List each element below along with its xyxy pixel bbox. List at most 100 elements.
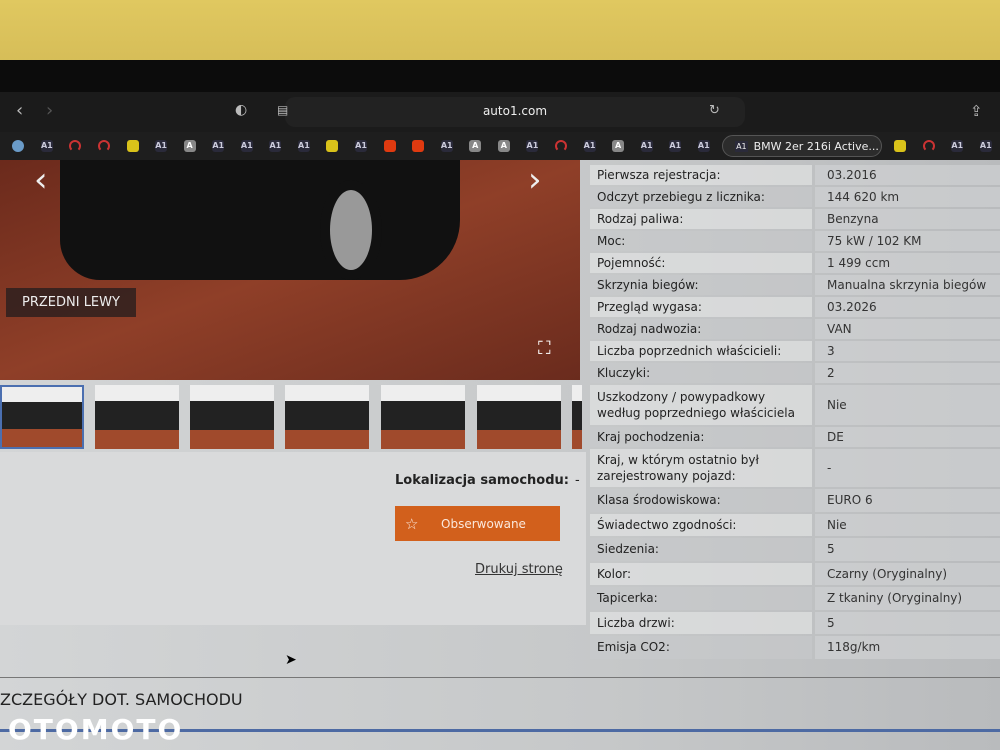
spec-row: Klasa środowiskowa: EURO 6	[590, 489, 1000, 512]
thumbnail[interactable]	[381, 385, 465, 449]
a1-glyph: A1	[697, 140, 710, 152]
tab-favicon-a1-icon[interactable]: A1	[33, 132, 62, 160]
tab-favicon-a1-icon[interactable]: A1	[972, 132, 1000, 160]
spec-label: Klasa środowiskowa:	[590, 489, 812, 512]
yellow-glyph	[126, 140, 139, 152]
spec-row: Tapicerka: Z tkaniny (Oryginalny)	[590, 587, 1000, 610]
spec-label: Kluczyki:	[590, 363, 812, 383]
tab-favicon-a1-icon[interactable]: A1	[147, 132, 176, 160]
tab-favicon-orange-icon[interactable]	[375, 132, 404, 160]
browser-toolbar: ‹ › ◐ ▤ auto1.com ↻ ⇪	[0, 92, 1000, 132]
address-bar[interactable]: ▤ auto1.com ↻	[277, 97, 745, 127]
tab-favicon-a1-icon[interactable]: A1	[943, 132, 972, 160]
reload-icon[interactable]: ↻	[709, 103, 720, 118]
red-glyph	[97, 140, 110, 152]
thumbnail[interactable]	[285, 385, 369, 449]
tab-favicon-a1-icon[interactable]: A1	[233, 132, 262, 160]
share-icon[interactable]: ⇪	[970, 102, 983, 120]
tab-favicon-red-icon[interactable]	[547, 132, 576, 160]
tab-favicon-red-icon[interactable]	[61, 132, 90, 160]
spec-row: Kolor: Czarny (Oryginalny)	[590, 562, 1000, 585]
spec-value: DE	[815, 427, 1000, 447]
spec-value: 75 kW / 102 KM	[815, 231, 1000, 251]
orange-glyph	[383, 140, 396, 152]
forward-icon[interactable]: ›	[46, 100, 53, 121]
tab-favicon-red-icon[interactable]	[90, 132, 119, 160]
spec-row: Przegląd wygasa: 03.2026	[590, 297, 1000, 317]
tab-favicon-a1-icon[interactable]: A1	[690, 132, 719, 160]
spec-row: Moc: 75 kW / 102 KM	[590, 231, 1000, 251]
tab-favicon-a-icon[interactable]: A	[175, 132, 204, 160]
spec-value: EURO 6	[815, 489, 1000, 512]
spec-row: Kluczyki: 2	[590, 363, 1000, 383]
main-car-photo[interactable]: ‹ › PRZEDNI LEWY ⛶	[0, 160, 580, 380]
spec-value: Nie	[815, 513, 1000, 536]
tab-favicon-a1-icon[interactable]: A1	[290, 132, 319, 160]
car-image	[60, 160, 460, 280]
tab-favicon-a1-icon[interactable]: A1	[661, 132, 690, 160]
thumbnail[interactable]	[190, 385, 274, 449]
a1-favicon-icon: A1	[735, 140, 748, 152]
tab-favicon-red-icon[interactable]	[914, 132, 943, 160]
tab-favicon-a-icon[interactable]: A	[604, 132, 633, 160]
a1-glyph: A1	[583, 140, 596, 152]
print-link[interactable]: Drukuj stronę	[475, 562, 563, 577]
spec-label: Pierwsza rejestracja:	[590, 165, 812, 185]
spec-label: Skrzynia biegów:	[590, 275, 812, 295]
spec-label: Rodzaj nadwozia:	[590, 319, 812, 339]
tab-favicon-a1-icon[interactable]: A1	[347, 132, 376, 160]
a1-glyph: A1	[212, 140, 225, 152]
tab-favicon-yellow-icon[interactable]	[318, 132, 347, 160]
red-glyph	[69, 140, 82, 152]
a1-glyph: A1	[40, 140, 53, 152]
spec-row: Uszkodzony / powypadkowy według poprzedn…	[590, 385, 1000, 425]
a1-glyph: A1	[951, 140, 964, 152]
spec-value: 1 499 ccm	[815, 253, 1000, 273]
shield-icon[interactable]: ◐	[235, 102, 247, 118]
tab-favicon-yellow-icon[interactable]	[118, 132, 147, 160]
tab-favicon-a1-icon[interactable]: A1	[518, 132, 547, 160]
tab-favicon-a-icon[interactable]: A	[461, 132, 490, 160]
a1-glyph: A1	[269, 140, 282, 152]
tab-favicon-globe-icon[interactable]	[4, 132, 33, 160]
spec-label: Liczba poprzednich właścicieli:	[590, 341, 812, 361]
tab-favicon-yellow-icon[interactable]	[886, 132, 915, 160]
watch-button[interactable]: ☆ Obserwowane	[395, 506, 560, 541]
tab-favicon-a1-icon[interactable]: A1	[432, 132, 461, 160]
mouse-cursor-icon: ➤	[285, 652, 297, 668]
spec-row: Skrzynia biegów: Manualna skrzynia biegów	[590, 275, 1000, 295]
back-icon[interactable]: ‹	[16, 100, 23, 121]
spec-value: 3	[815, 341, 1000, 361]
url-text: auto1.com	[482, 104, 548, 118]
section-title: ZCZEGÓŁY DOT. SAMOCHODU	[0, 690, 243, 709]
spec-row: Rodzaj paliwa: Benzyna	[590, 209, 1000, 229]
tab-active[interactable]: A1 BMW 2er 216i Active...	[722, 135, 882, 157]
a1-glyph: A1	[240, 140, 253, 152]
spec-value: 5	[815, 611, 1000, 634]
thumbnail[interactable]	[477, 385, 561, 449]
tab-favicon-a1-icon[interactable]: A1	[575, 132, 604, 160]
thumbnail[interactable]	[95, 385, 179, 449]
star-icon: ☆	[405, 514, 419, 533]
tab-favicon-a1-icon[interactable]: A1	[632, 132, 661, 160]
thumbnail-partial[interactable]	[572, 385, 582, 449]
spec-row: Pojemność: 1 499 ccm	[590, 253, 1000, 273]
spec-value: 144 620 km	[815, 187, 1000, 207]
yellow-glyph	[894, 140, 907, 152]
spec-value: 118g/km	[815, 636, 1000, 659]
tab-favicon-a1-icon[interactable]: A1	[261, 132, 290, 160]
a1-glyph: A1	[640, 140, 653, 152]
photo-label: PRZEDNI LEWY	[6, 288, 136, 317]
tab-favicon-a1-icon[interactable]: A1	[204, 132, 233, 160]
tab-favicon-a-icon[interactable]: A	[490, 132, 519, 160]
fullscreen-icon[interactable]: ⛶	[538, 338, 551, 359]
prev-photo-icon[interactable]: ‹	[34, 160, 48, 200]
tab-favicon-orange-icon[interactable]	[404, 132, 433, 160]
next-photo-icon[interactable]: ›	[528, 160, 542, 200]
thumbnail[interactable]	[0, 385, 84, 449]
a-glyph: A	[497, 140, 510, 152]
tab-title: BMW 2er 216i Active...	[753, 139, 879, 153]
spec-row: Siedzenia: 5	[590, 538, 1000, 561]
spec-label: Emisja CO2:	[590, 636, 812, 659]
a1-glyph: A1	[979, 140, 992, 152]
